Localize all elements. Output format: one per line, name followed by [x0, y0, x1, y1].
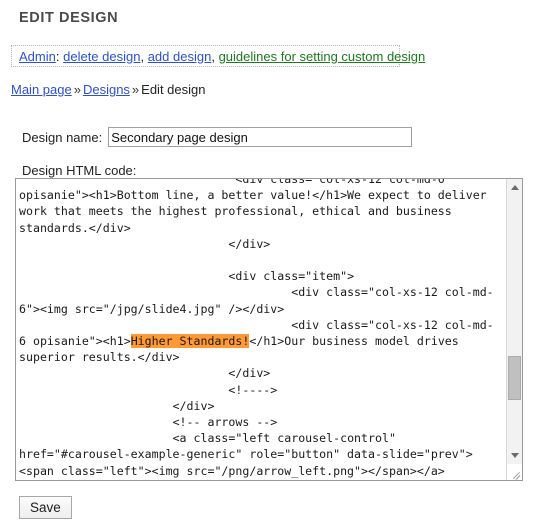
textarea-scrollbar[interactable]: [506, 179, 522, 480]
admin-colon: :: [55, 48, 60, 64]
code-highlighted-text: Higher Standards!: [130, 334, 250, 349]
breadcrumb-item-current: Edit design: [141, 82, 206, 97]
breadcrumb-separator: »: [131, 82, 140, 97]
save-button[interactable]: Save: [19, 496, 72, 519]
resize-grip-icon[interactable]: [507, 464, 522, 480]
scroll-up-button[interactable]: [507, 179, 522, 195]
breadcrumb-separator: »: [73, 82, 81, 97]
add-design-link[interactable]: add design: [148, 49, 212, 64]
breadcrumb: Main page» Designs» Edit design: [11, 82, 205, 97]
admin-link[interactable]: Admin: [19, 49, 56, 64]
code-after-highlight: </h1>Our business model drives superior …: [19, 334, 473, 480]
scrollbar-thumb[interactable]: [508, 356, 521, 400]
edit-design-page: EDIT DESIGN Admin: delete design, add de…: [0, 0, 544, 529]
triangle-down-icon: [510, 452, 519, 458]
admin-comma-1: ,: [140, 48, 145, 64]
design-name-input[interactable]: [108, 127, 413, 147]
breadcrumb-item-main-page[interactable]: Main page: [11, 82, 72, 97]
triangle-up-icon: [510, 184, 519, 190]
code-content: <div class="col-xs-12 col-md-6 opisanie"…: [19, 179, 497, 480]
breadcrumb-item-designs[interactable]: Designs: [83, 82, 130, 97]
admin-links-bar: Admin: delete design, add design, guidel…: [11, 45, 425, 67]
admin-comma-2: ,: [211, 48, 215, 64]
design-name-label: Design name:: [22, 129, 103, 145]
design-html-code-textarea[interactable]: <div class="col-xs-12 col-md-6 opisanie"…: [15, 178, 523, 481]
page-title: EDIT DESIGN: [19, 10, 119, 26]
scroll-down-button[interactable]: [507, 447, 522, 463]
design-html-code-label: Design HTML code:: [22, 163, 137, 178]
code-viewport[interactable]: <div class="col-xs-12 col-md-6 opisanie"…: [16, 179, 506, 480]
guidelines-link[interactable]: guidelines for setting custom design: [219, 49, 426, 64]
code-before-highlight: <div class="col-xs-12 col-md-6 opisanie"…: [19, 179, 494, 349]
delete-design-link[interactable]: delete design: [63, 49, 140, 64]
design-name-row: Design name:: [22, 127, 413, 147]
